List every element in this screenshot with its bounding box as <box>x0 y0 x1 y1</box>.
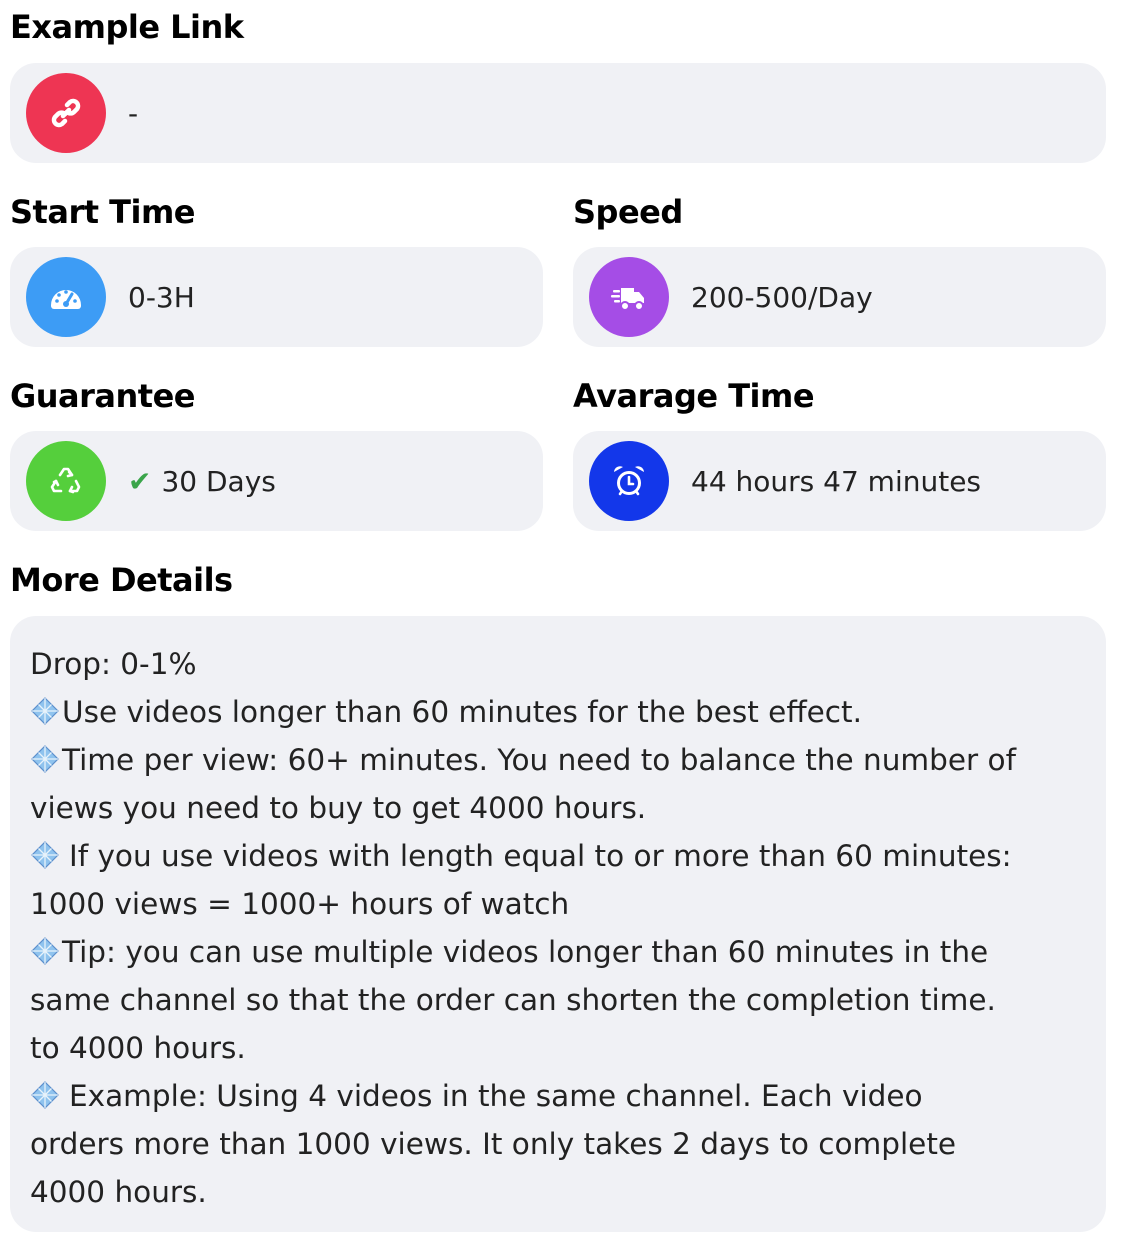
guarantee-value-wrap: ✔ 30 Days <box>128 465 276 498</box>
diamond-gem-icon <box>31 745 59 773</box>
average-time-card: 44 hours 47 minutes <box>573 431 1106 531</box>
guarantee-label: Guarantee <box>10 377 196 415</box>
speedometer-icon <box>26 257 106 337</box>
example-link-label: Example Link <box>10 8 244 46</box>
alarm-clock-icon <box>589 441 669 521</box>
diamond-gem-icon <box>31 1081 59 1109</box>
example-link-card[interactable]: - <box>10 63 1106 163</box>
checkmark-icon: ✔ <box>128 464 152 498</box>
diamond-gem-icon <box>31 697 59 725</box>
details-line: same channel so that the order can short… <box>30 983 996 1017</box>
start-time-label: Start Time <box>10 193 196 231</box>
example-link-value: - <box>128 96 139 130</box>
start-time-card: 0-3H <box>10 247 543 347</box>
details-line: Example: Using 4 videos in the same chan… <box>30 1072 1086 1120</box>
recycle-icon <box>26 441 106 521</box>
details-line: orders more than 1000 views. It only tak… <box>30 1127 957 1161</box>
diamond-gem-icon <box>31 937 59 965</box>
link-icon <box>26 73 106 153</box>
speed-label: Speed <box>573 193 683 231</box>
fast-truck-icon <box>589 257 669 337</box>
details-line: 1000 views = 1000+ hours of watch <box>30 887 570 921</box>
more-details-card: Drop: 0-1% Use videos longer than 60 min… <box>10 616 1106 1232</box>
speed-card: 200-500/Day <box>573 247 1106 347</box>
details-line: Use videos longer than 60 minutes for th… <box>30 688 1086 736</box>
details-line: to 4000 hours. <box>30 1031 246 1065</box>
details-line: Time per view: 60+ minutes. You need to … <box>30 736 1086 784</box>
average-time-value: 44 hours 47 minutes <box>691 464 982 498</box>
details-line: views you need to buy to get 4000 hours. <box>30 791 647 825</box>
start-time-value: 0-3H <box>128 280 195 314</box>
more-details-label: More Details <box>10 561 233 599</box>
details-line: Tip: you can use multiple videos longer … <box>30 928 1086 976</box>
details-line: If you use videos with length equal to o… <box>30 832 1086 880</box>
details-line: 4000 hours. <box>30 1175 207 1209</box>
guarantee-value: 30 Days <box>161 464 276 498</box>
details-line: Drop: 0-1% <box>30 647 197 681</box>
diamond-gem-icon <box>31 841 59 869</box>
guarantee-card: ✔ 30 Days <box>10 431 543 531</box>
speed-value: 200-500/Day <box>691 280 873 314</box>
average-time-label: Avarage Time <box>573 377 815 415</box>
